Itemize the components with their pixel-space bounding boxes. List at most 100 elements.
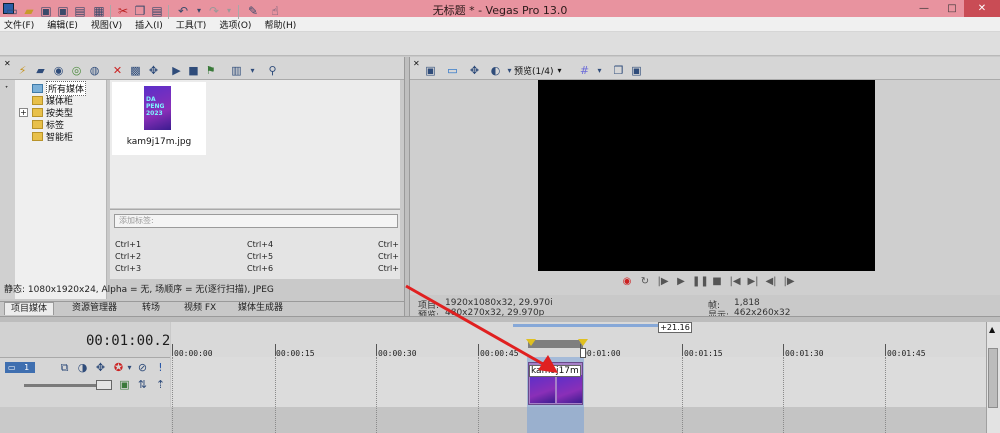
panel-pin-icon[interactable]: ᐩ <box>5 84 8 93</box>
capture-icon[interactable]: ▰ <box>34 64 47 77</box>
shortcut-ctrl1[interactable]: Ctrl+1 <box>115 240 141 249</box>
auto-preview-icon[interactable]: ⚑ <box>204 64 217 77</box>
track-lock-icon[interactable]: ⇡ <box>154 378 167 391</box>
tab-video-fx[interactable]: 视频 FX <box>178 302 222 315</box>
copy-icon[interactable]: ❐ <box>133 4 147 18</box>
external-monitor-icon[interactable]: ▭ <box>446 64 459 77</box>
views-icon[interactable]: ▥ <box>230 64 243 77</box>
loop-playback-icon[interactable]: ↻ <box>638 275 652 289</box>
close-button[interactable]: ✕ <box>964 0 1000 17</box>
new-file-icon[interactable]: ▭ <box>5 4 19 18</box>
play-media-icon[interactable]: ▶ <box>170 64 183 77</box>
save-as-icon[interactable]: ▣ <box>56 4 70 18</box>
stop-icon[interactable]: ■ <box>710 275 724 289</box>
track-level-slider-knob[interactable] <box>96 380 112 390</box>
tree-item-smart-bins[interactable]: 智能柜 <box>32 130 73 143</box>
shortcut-ctrl3[interactable]: Ctrl+3 <box>115 264 141 273</box>
tab-explorer[interactable]: 资源管理器 <box>66 302 123 315</box>
menu-insert[interactable]: 插入(I) <box>135 18 163 31</box>
play-icon[interactable]: ▶ <box>674 275 688 289</box>
record-icon[interactable]: ◉ <box>620 275 634 289</box>
split-screen-icon[interactable]: ◐ <box>489 64 502 77</box>
grid-line <box>783 357 784 433</box>
tree-item-by-type[interactable]: + 按类型 <box>19 106 73 119</box>
track-motion-icon[interactable]: ⧉ <box>58 361 71 374</box>
track-fx-dropdown-icon[interactable]: ▾ <box>123 361 136 374</box>
shortcut-ctrl4[interactable]: Ctrl+4 <box>247 240 273 249</box>
menu-view[interactable]: 视图(V) <box>91 18 122 31</box>
tree-item-all-media[interactable]: 所有媒体 <box>32 80 87 96</box>
menu-help[interactable]: 帮助(H) <box>264 18 296 31</box>
remove-media-icon[interactable]: ✕ <box>111 64 124 77</box>
tag-input[interactable]: 添加标签: <box>114 214 398 228</box>
solo-track-icon[interactable]: ! <box>154 361 167 374</box>
redo-dropdown-icon[interactable]: ▾ <box>222 4 236 18</box>
expand-icon[interactable]: + <box>19 107 28 117</box>
playhead-marker[interactable] <box>580 348 586 358</box>
play-from-start-icon[interactable]: |▶ <box>656 275 670 289</box>
track-expand-icon[interactable]: ▣ <box>118 378 131 391</box>
properties-icon[interactable]: ▦ <box>92 4 106 18</box>
minimize-button[interactable]: — <box>910 0 938 17</box>
preview-close-icon[interactable]: ✕ <box>413 59 420 68</box>
views-dropdown-icon[interactable]: ▾ <box>246 64 259 77</box>
shortcut-ctrl8[interactable]: Ctrl+ <box>378 252 399 261</box>
panel-close-icon[interactable]: ✕ <box>4 59 11 68</box>
zoom-icon[interactable]: ⚲ <box>266 64 279 77</box>
go-to-end-icon[interactable]: ▶| <box>746 275 760 289</box>
shortcut-ctrl9[interactable]: Ctrl+ <box>378 264 399 273</box>
paste-icon[interactable]: ▤ <box>150 4 164 18</box>
tree-item-tags[interactable]: 标签 <box>32 118 64 131</box>
folder-icon <box>32 131 43 141</box>
save-icon[interactable]: ▣ <box>39 4 53 18</box>
overlays-icon[interactable]: # <box>578 64 591 77</box>
menu-options[interactable]: 选项(O) <box>219 18 251 31</box>
cut-icon[interactable]: ✂ <box>116 4 130 18</box>
overlays-dropdown-icon[interactable]: ▾ <box>593 64 606 77</box>
tree-item-media-bins[interactable]: 媒体柜 <box>32 94 73 107</box>
go-to-start-icon[interactable]: |◀ <box>728 275 742 289</box>
shortcut-ctrl7[interactable]: Ctrl+ <box>378 240 399 249</box>
preview-properties-icon[interactable]: ▣ <box>424 64 437 77</box>
preview-fx-icon[interactable]: ✥ <box>468 64 481 77</box>
get-media-web-icon[interactable]: ◉ <box>52 64 65 77</box>
preview-quality-dropdown[interactable]: 预览(1/4) ▾ <box>514 64 562 77</box>
undo-icon[interactable]: ↶ <box>176 4 190 18</box>
undo-dropdown-icon[interactable]: ▾ <box>192 4 206 18</box>
import-media-icon[interactable]: ⚡ <box>16 64 29 77</box>
search-media-icon[interactable]: ◍ <box>88 64 101 77</box>
scroll-up-icon[interactable]: ▲ <box>989 325 995 334</box>
render-icon[interactable]: ▤ <box>73 4 87 18</box>
video-preview-screen <box>538 80 875 271</box>
extract-audio-icon[interactable]: ◎ <box>70 64 83 77</box>
shortcut-ctrl2[interactable]: Ctrl+2 <box>115 252 141 261</box>
menu-tools[interactable]: 工具(T) <box>176 18 207 31</box>
menu-edit[interactable]: 编辑(E) <box>47 18 78 31</box>
copy-snapshot-icon[interactable]: ❐ <box>612 64 625 77</box>
open-folder-icon[interactable]: ▰ <box>22 4 36 18</box>
track-level-slider[interactable] <box>24 384 102 387</box>
track-arm-icon[interactable]: ⇅ <box>136 378 149 391</box>
previous-frame-icon[interactable]: ◀| <box>764 275 778 289</box>
tab-media-generators[interactable]: 媒体生成器 <box>232 302 289 315</box>
help-pointer-icon[interactable]: ☝ <box>268 4 282 18</box>
shortcut-ctrl5[interactable]: Ctrl+5 <box>247 252 273 261</box>
maximize-button[interactable]: □ <box>938 0 966 17</box>
tab-project-media[interactable]: 项目媒体 <box>4 302 55 315</box>
track-compositing-icon[interactable]: ✥ <box>94 361 107 374</box>
shortcut-ctrl6[interactable]: Ctrl+6 <box>247 264 273 273</box>
track-header-empty <box>0 407 170 433</box>
pause-icon[interactable]: ❚❚ <box>692 275 709 289</box>
media-fx-icon[interactable]: ▩ <box>129 64 142 77</box>
save-snapshot-icon[interactable]: ▣ <box>630 64 643 77</box>
next-frame-icon[interactable]: |▶ <box>782 275 796 289</box>
menu-file[interactable]: 文件(F) <box>4 18 34 31</box>
tab-transitions[interactable]: 转场 <box>136 302 166 315</box>
mute-track-icon[interactable]: ⊘ <box>136 361 149 374</box>
scrollbar-thumb[interactable] <box>988 348 998 408</box>
paint-brush-icon[interactable]: ✎ <box>246 4 260 18</box>
redo-icon[interactable]: ↷ <box>207 4 221 18</box>
media-split-icon[interactable]: ✥ <box>147 64 160 77</box>
stop-media-icon[interactable]: ■ <box>187 64 200 77</box>
bypass-motion-blur-icon[interactable]: ◑ <box>76 361 89 374</box>
